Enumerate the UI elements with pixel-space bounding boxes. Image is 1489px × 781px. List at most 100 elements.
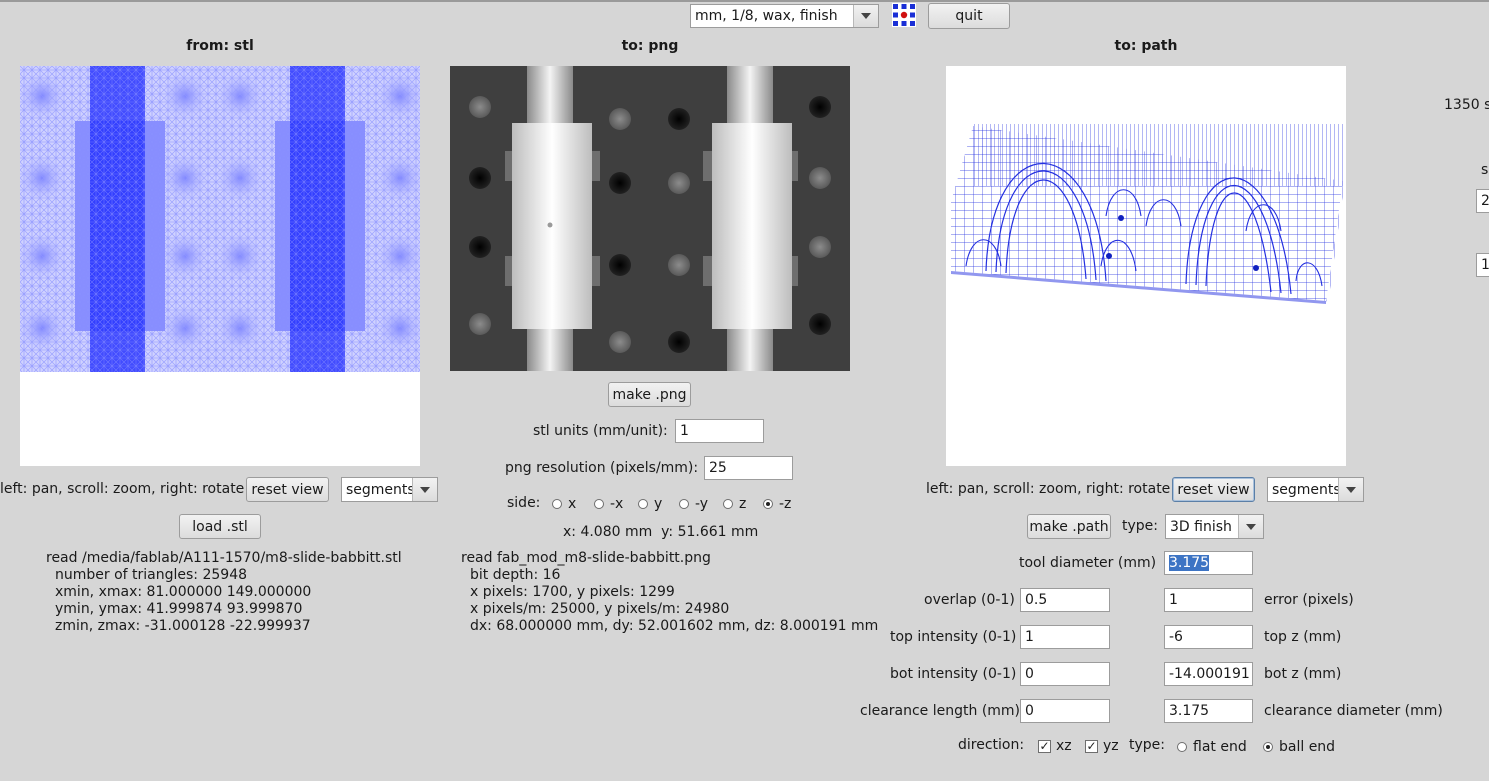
stl-info-z-range: zmin, zmax: -31.000128 -22.999937	[55, 618, 311, 634]
bot-intensity-label: bot intensity (0-1)	[890, 666, 1017, 682]
from-stl-header: from: stl	[186, 38, 254, 54]
path-type-label: type:	[1122, 518, 1158, 534]
stl-units-label: stl units (mm/unit):	[533, 423, 668, 439]
png-info-pixels-per-m: x pixels/m: 25000, y pixels/m: 24980	[470, 601, 730, 617]
overlap-label: overlap (0-1)	[924, 592, 1015, 608]
chevron-down-icon	[412, 478, 437, 501]
radio-selected-icon	[763, 499, 773, 509]
side-radio-z[interactable]: z	[723, 496, 746, 512]
clearance-length-label: clearance length (mm)	[860, 703, 1021, 719]
side-neg-x-label: -x	[610, 496, 624, 512]
side-radio-neg-y[interactable]: -y	[679, 496, 708, 512]
side-radio-x[interactable]: x	[552, 496, 576, 512]
direction-label: direction:	[958, 737, 1025, 753]
radio-icon	[638, 499, 648, 509]
png-info: read fab_mod_m8-slide-babbitt.png bit de…	[461, 550, 878, 635]
right-column-input-2[interactable]: 1	[1476, 253, 1489, 277]
load-stl-button[interactable]: load .stl	[179, 514, 261, 539]
png-resolution-label: png resolution (pixels/mm):	[505, 460, 699, 476]
direction-xz-label: xz	[1056, 738, 1072, 754]
bot-z-input[interactable]: -14.000191	[1164, 662, 1253, 686]
tool-diameter-value: 3.175	[1169, 555, 1210, 571]
side-label: side:	[507, 495, 541, 511]
side-x-label: x	[568, 496, 577, 512]
chevron-down-icon	[1338, 478, 1363, 501]
fab-logo-icon	[892, 3, 916, 27]
flat-end-label: flat end	[1193, 739, 1247, 755]
direction-yz-checkbox[interactable]: ✓ yz	[1085, 738, 1119, 754]
radio-icon	[1177, 742, 1187, 752]
stl-reset-view-button[interactable]: reset view	[246, 477, 329, 502]
stl-display-select[interactable]: segments	[341, 477, 438, 502]
png-info-pixels: x pixels: 1700, y pixels: 1299	[470, 584, 675, 600]
stl-info-y-range: ymin, ymax: 41.999874 93.999870	[55, 601, 303, 617]
cursor-readout: x: 4.080 mm y: 51.661 mm	[563, 524, 759, 540]
tool-diameter-input[interactable]: 3.175	[1164, 551, 1253, 575]
make-path-button[interactable]: make .path	[1027, 514, 1111, 539]
stl-info-triangles: number of triangles: 25948	[55, 567, 248, 583]
path-type-select-value: 3D finish	[1170, 518, 1232, 535]
path-type-select[interactable]: 3D finish	[1165, 514, 1264, 539]
right-column-input-1[interactable]: 2	[1476, 189, 1489, 213]
to-png-header: to: png	[621, 38, 679, 54]
stl-info-x-range: xmin, xmax: 81.000000 149.000000	[55, 584, 312, 600]
side-z-label: z	[739, 496, 747, 512]
side-y-label: y	[654, 496, 663, 512]
side-radio-neg-z[interactable]: -z	[763, 496, 791, 512]
path-display-select[interactable]: segments	[1267, 477, 1364, 502]
path-reset-view-button[interactable]: reset view	[1172, 477, 1255, 502]
ball-end-label: ball end	[1279, 739, 1336, 755]
process-select-value: mm, 1/8, wax, finish	[695, 8, 838, 24]
tool-diameter-label: tool diameter (mm)	[1019, 555, 1157, 571]
stl-display-select-value: segments	[346, 481, 415, 498]
checkmark-icon: ✓	[1038, 738, 1051, 753]
png-info-dimensions: dx: 68.000000 mm, dy: 52.001602 mm, dz: …	[470, 618, 879, 634]
error-input[interactable]: 1	[1164, 588, 1253, 612]
bot-intensity-input[interactable]: 0	[1020, 662, 1110, 686]
stl-info-file: read /media/fablab/A111-1570/m8-slide-ba…	[46, 550, 402, 566]
top-z-input[interactable]: -6	[1164, 625, 1253, 649]
stl-viewport[interactable]	[20, 66, 420, 466]
to-path-header: to: path	[1114, 38, 1178, 54]
png-viewport[interactable]	[450, 66, 850, 371]
radio-icon	[552, 499, 562, 509]
direction-xz-checkbox[interactable]: ✓ xz	[1038, 738, 1072, 754]
side-neg-y-label: -y	[695, 496, 709, 512]
radio-icon	[594, 499, 604, 509]
flat-end-radio[interactable]: flat end	[1177, 739, 1247, 755]
ball-end-radio[interactable]: ball end	[1263, 739, 1335, 755]
stl-view-hint: left: pan, scroll: zoom, right: rotate	[0, 481, 245, 497]
quit-button[interactable]: quit	[928, 3, 1010, 29]
right-column-text: 1350 se	[1444, 97, 1489, 113]
chevron-down-icon	[1238, 515, 1263, 538]
top-intensity-label: top intensity (0-1)	[890, 629, 1017, 645]
clearance-diameter-label: clearance diameter (mm)	[1264, 703, 1443, 719]
window-top-border	[0, 0, 1489, 2]
clearance-diameter-input[interactable]: 3.175	[1164, 699, 1253, 723]
png-resolution-input[interactable]: 25	[704, 456, 793, 480]
chevron-down-icon	[853, 5, 878, 27]
checkmark-icon: ✓	[1085, 738, 1098, 753]
stl-units-input[interactable]: 1	[675, 419, 764, 443]
stl-info: read /media/fablab/A111-1570/m8-slide-ba…	[46, 550, 402, 635]
side-neg-z-label: -z	[779, 496, 792, 512]
side-radio-neg-x[interactable]: -x	[594, 496, 623, 512]
png-info-bit-depth: bit depth: 16	[470, 567, 561, 583]
path-display-select-value: segments	[1272, 481, 1341, 498]
overlap-input[interactable]: 0.5	[1020, 588, 1110, 612]
process-select[interactable]: mm, 1/8, wax, finish	[690, 4, 879, 28]
end-type-label: type:	[1129, 737, 1165, 753]
radio-icon	[679, 499, 689, 509]
side-radio-y[interactable]: y	[638, 496, 662, 512]
path-view-hint: left: pan, scroll: zoom, right: rotate	[926, 481, 1171, 497]
path-viewport[interactable]	[946, 66, 1346, 466]
radio-selected-icon	[1263, 742, 1273, 752]
top-intensity-input[interactable]: 1	[1020, 625, 1110, 649]
radio-icon	[723, 499, 733, 509]
top-z-label: top z (mm)	[1264, 629, 1342, 645]
bot-z-label: bot z (mm)	[1264, 666, 1342, 682]
error-label: error (pixels)	[1264, 592, 1354, 608]
make-png-button[interactable]: make .png	[608, 382, 691, 407]
clearance-length-input[interactable]: 0	[1020, 699, 1110, 723]
direction-yz-label: yz	[1103, 738, 1119, 754]
